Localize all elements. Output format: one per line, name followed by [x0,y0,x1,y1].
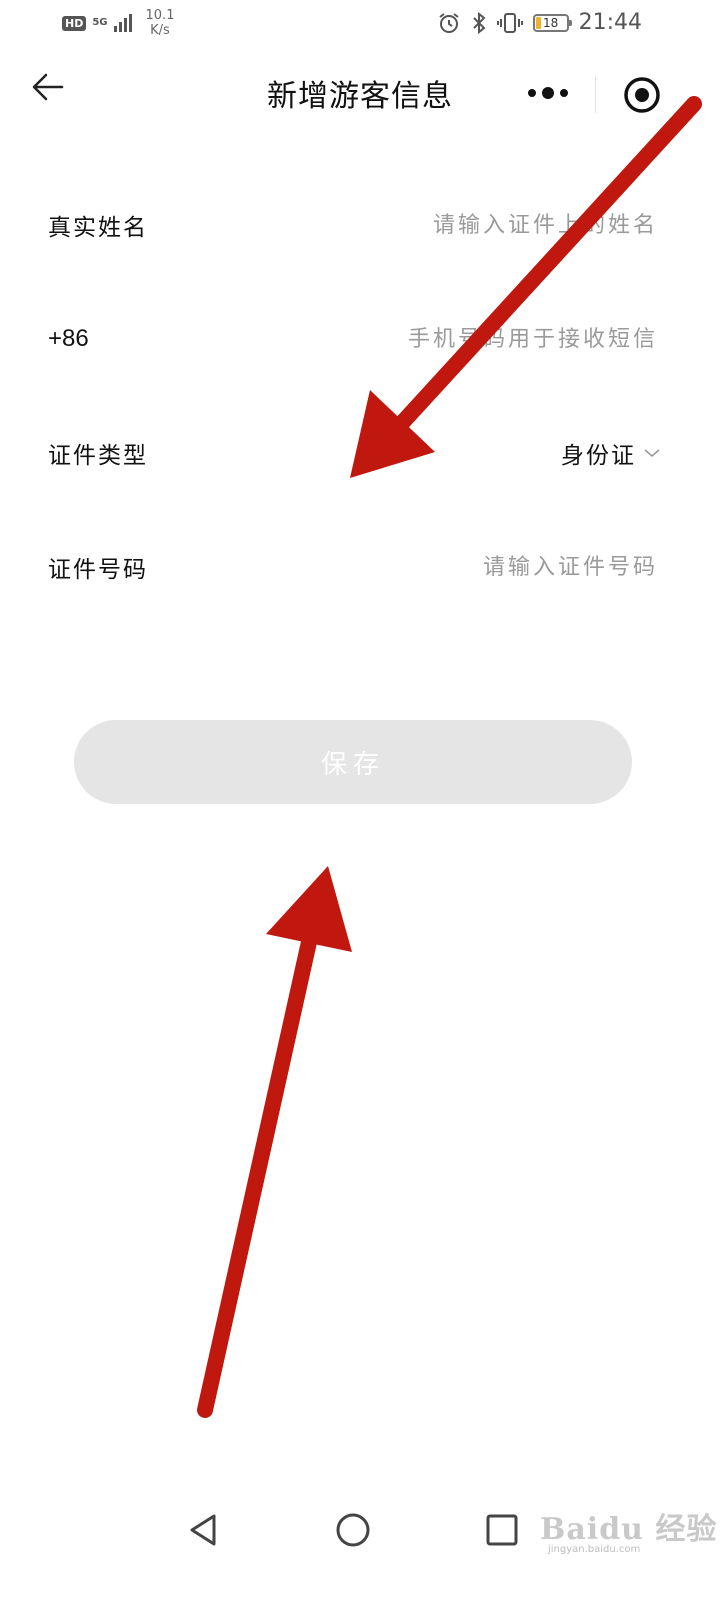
vibrate-icon [496,12,523,33]
clock: 21:44 [578,10,642,35]
speed-value: 10.1 [145,8,175,23]
baidu-watermark-url: jingyan.baidu.com [548,1544,641,1555]
nav-header: 新增游客信息 [0,55,720,130]
system-recents-button[interactable] [480,1508,524,1552]
name-label: 真实姓名 [48,215,148,241]
alarm-icon [438,12,459,33]
id-number-row: 证件号码 [48,537,660,597]
capsule-divider [595,77,596,113]
phone-row: +86 [48,309,660,369]
network-speed: 10.1 K/s [146,8,175,38]
square-recents-icon [486,1514,518,1546]
annotation-arrow-bottom [197,866,352,1418]
phone-input[interactable] [326,325,660,353]
chevron-down-icon [644,449,660,457]
status-bar: HD 5G 10.1 K/s 18 21:44 [0,0,720,50]
triangle-back-icon [190,1514,216,1546]
network-type: 5G [92,17,108,28]
battery-indicator: 18 [532,13,572,32]
status-bar-left: HD 5G 10.1 K/s [62,8,174,38]
bluetooth-icon [472,11,486,34]
id-number-label: 证件号码 [48,557,148,583]
name-input[interactable] [326,211,660,239]
battery-level: 18 [542,15,559,30]
id-type-label: 证件类型 [48,443,148,469]
id-number-input[interactable] [326,553,660,581]
save-button[interactable]: 保存 [74,720,632,804]
baidu-watermark: Baidu 经验 [540,1512,718,1547]
name-row: 真实姓名 [48,195,660,255]
hd-badge: HD [62,15,87,31]
close-miniprogram-button[interactable] [620,73,664,117]
id-type-value: 身份证 [561,443,636,469]
more-dots-icon [528,87,568,99]
more-button[interactable] [522,73,574,113]
circle-home-icon [336,1513,370,1547]
signal-icon [113,14,132,32]
page-title: 新增游客信息 [267,79,453,114]
target-icon [624,77,660,113]
system-back-button[interactable] [182,1508,226,1552]
system-home-button[interactable] [331,1508,375,1552]
status-bar-right: 18 21:44 [437,10,642,35]
id-type-row: 证件类型 身份证 [48,423,660,483]
annotation-arrow-top [350,96,702,478]
speed-unit: K/s [150,23,170,38]
id-type-select[interactable]: 身份证 [561,436,660,470]
country-code: +86 [48,325,89,352]
